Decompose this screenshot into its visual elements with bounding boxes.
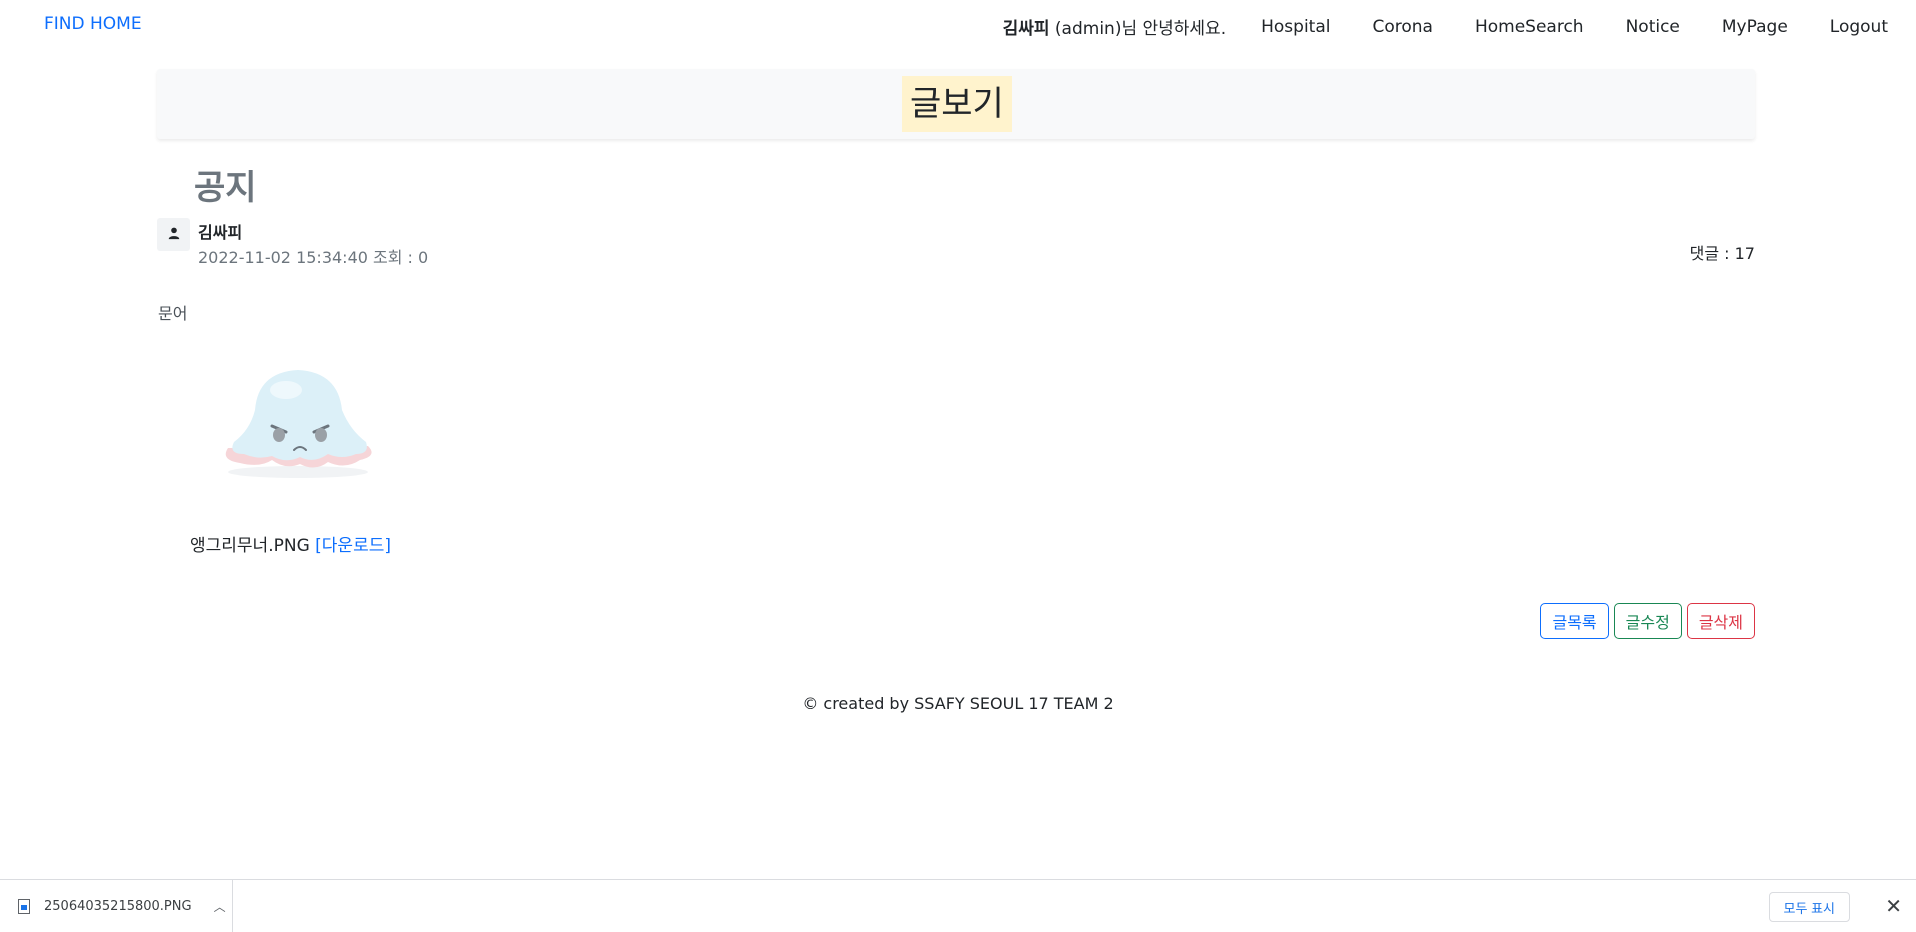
- post-content: 문어: [158, 304, 188, 323]
- close-icon[interactable]: ✕: [1885, 894, 1902, 918]
- nav-right: 김싸피 (admin)님 안녕하세요. Hospital Corona Home…: [1003, 14, 1888, 40]
- post-subject: 공지: [194, 168, 257, 208]
- post-meta: 2022-11-02 15:34:40 조회 : 0: [198, 248, 429, 267]
- page-title: 글보기: [902, 76, 1012, 132]
- nav-link-logout[interactable]: Logout: [1809, 17, 1888, 37]
- post-actions: 글목록 글수정 글삭제: [1540, 603, 1755, 639]
- person-icon: [167, 225, 181, 244]
- delete-button[interactable]: 글삭제: [1686, 603, 1755, 639]
- brand-link[interactable]: FIND HOME: [44, 14, 142, 34]
- chevron-up-icon[interactable]: ︿: [214, 898, 226, 915]
- post-author: 김싸피: [198, 223, 243, 242]
- comment-count: 댓글 : 17: [1689, 244, 1755, 263]
- nav-link-mypage[interactable]: MyPage: [1701, 17, 1809, 37]
- page-footer: © created by SSAFY SEOUL 17 TEAM 2: [802, 694, 1114, 713]
- user-name: 김싸피: [1002, 19, 1050, 39]
- download-file-name: 25064035215800.PNG: [44, 898, 192, 914]
- octopus-plush-image: [210, 360, 385, 485]
- nav-link-hospital[interactable]: Hospital: [1240, 17, 1351, 37]
- list-button[interactable]: 글목록: [1540, 603, 1609, 639]
- nav-link-notice[interactable]: Notice: [1605, 17, 1701, 37]
- show-all-button[interactable]: 모두 표시: [1768, 892, 1850, 922]
- download-link[interactable]: [다운로드]: [315, 536, 391, 556]
- user-greeting: 김싸피 (admin)님 안녕하세요.: [1003, 14, 1227, 39]
- avatar: [157, 218, 190, 251]
- nav-link-corona[interactable]: Corona: [1351, 17, 1453, 37]
- download-bar: 25064035215800.PNG ︿ 모두 표시 ✕: [0, 879, 1916, 932]
- file-icon: [18, 898, 30, 914]
- attachment: 앵그리무너.PNG [다운로드]: [190, 531, 391, 556]
- download-item[interactable]: 25064035215800.PNG ︿: [0, 880, 233, 932]
- edit-button[interactable]: 글수정: [1613, 603, 1682, 639]
- attachment-file-name: 앵그리무너.PNG: [190, 536, 310, 556]
- top-navbar: FIND HOME 김싸피 (admin)님 안녕하세요. Hospital C…: [0, 0, 1916, 54]
- greeting-suffix: (admin)님 안녕하세요.: [1049, 19, 1227, 39]
- page-title-bar: 글보기: [157, 69, 1755, 139]
- nav-link-homesearch[interactable]: HomeSearch: [1454, 17, 1605, 37]
